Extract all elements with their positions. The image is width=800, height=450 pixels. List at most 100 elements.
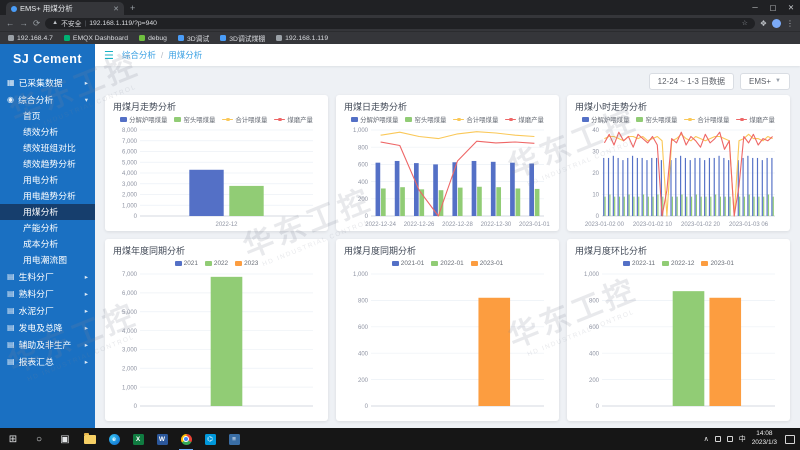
sidebar-subitem[interactable]: 绩效班组对比 [0,140,95,156]
chart-plot-area[interactable]: 01,0002,0003,0004,0005,0006,0007,0008,00… [105,125,328,231]
maximize-button[interactable]: ▢ [764,0,782,15]
sidebar-item-5[interactable]: ▤水泥分厂▸ [0,302,95,319]
search-icon[interactable]: ○ [26,428,52,450]
sidebar-item-3[interactable]: ▤生料分厂▸ [0,268,95,285]
legend-item[interactable]: 合计喂煤量 [453,115,498,124]
svg-text:2023-01-02 00: 2023-01-02 00 [585,222,625,228]
chart-svg[interactable]: 0102030402023-01-02 002023-01-02 102023-… [569,125,783,229]
tab-close-icon[interactable]: ✕ [113,5,119,13]
sidebar-item-2[interactable]: ◉综合分析▾ [0,91,95,108]
controls-row: 12-24 ~ 1-3 日数据 EMS+ ▼ [105,71,790,91]
chart-plot-area[interactable]: 0102030402023-01-02 002023-01-02 102023-… [567,125,790,231]
bookmark-star-icon[interactable]: ☆ [742,19,748,27]
legend-item[interactable]: 合计喂煤量 [684,115,729,124]
chart-plot-area[interactable]: 01,0002,0003,0004,0005,0006,0007,000 [105,269,328,421]
date-range-button[interactable]: 12-24 ~ 1-3 日数据 [649,73,734,90]
legend-item[interactable]: 2022-01 [431,260,463,267]
sidebar-item-4[interactable]: ▤熟料分厂▸ [0,285,95,302]
breadcrumb-section[interactable]: 综合分析 [122,49,156,61]
vscode-icon[interactable]: ⌬ [198,428,222,450]
legend-item[interactable]: 分解炉喂煤量 [120,115,167,124]
legend-item[interactable]: 煤磨产量 [736,115,775,124]
sidebar-subitem[interactable]: 用电趋势分析 [0,188,95,204]
legend-item[interactable]: 合计喂煤量 [222,115,267,124]
sidebar-subitem[interactable]: 成本分析 [0,236,95,252]
task-view-icon[interactable]: ▣ [52,428,78,450]
sidebar-item-6[interactable]: ▤发电及总降▸ [0,319,95,336]
sidebar-subitem[interactable]: 绩效趋势分析 [0,156,95,172]
sidebar-item-8[interactable]: ▤报表汇总▸ [0,353,95,370]
legend-item[interactable]: 窑头喂煤量 [174,115,215,124]
excel-icon[interactable]: X [126,428,150,450]
close-button[interactable]: ✕ [782,0,800,15]
bookmark-item[interactable]: 192.168.1.119 [276,35,328,42]
word-icon[interactable]: W [150,428,174,450]
chart-svg[interactable]: 01,0002,0003,0004,0005,0006,0007,0008,00… [107,125,321,229]
browser-tab[interactable]: EMS+ 用煤分析 ✕ [6,2,124,15]
legend-item[interactable]: 2023-01 [701,260,733,267]
language-indicator[interactable]: 中 [739,434,746,444]
refresh-icon[interactable]: ⟳ [33,18,40,29]
system-select-label: EMS+ [749,77,771,86]
legend-item[interactable]: 2023 [235,260,258,267]
legend-item[interactable]: 窑头喂煤量 [405,115,446,124]
file-explorer-icon[interactable] [78,428,102,450]
chart-plot-area[interactable]: 02004006008001,0002022-12-242022-12-2620… [336,125,559,231]
address-bar[interactable]: ▲ 不安全 | 192.168.1.119/?p=940 ☆ [45,18,755,29]
legend-item[interactable]: 2022 [205,260,228,267]
sidebar-subitem[interactable]: 绩效分析 [0,124,95,140]
legend-item[interactable]: 煤磨产量 [505,115,544,124]
clock[interactable]: 14:08 2023/1/3 [752,430,777,448]
legend-item[interactable]: 分解炉喂煤量 [582,115,629,124]
legend-item[interactable]: 煤磨产量 [274,115,313,124]
chart-plot-area[interactable]: 02004006008001,000 [567,269,790,421]
tray-network-icon[interactable] [715,436,721,442]
chart-svg[interactable]: 02004006008001,000 [569,269,783,419]
bookmark-item[interactable]: 3D调试 [178,33,209,43]
sidebar-subitem[interactable]: 用煤分析 [0,204,95,220]
back-icon[interactable]: ← [6,18,15,28]
sidebar-subitem[interactable]: 产能分析 [0,220,95,236]
forward-icon[interactable]: → [20,18,29,28]
system-select[interactable]: EMS+ ▼ [740,73,790,90]
extensions-icon[interactable]: ❖ [760,19,767,28]
tray-expand-icon[interactable]: ∧ [704,435,709,443]
start-button[interactable]: ⊞ [0,428,26,450]
legend-item[interactable]: 2021-01 [392,260,424,267]
new-tab-button[interactable]: + [130,2,135,15]
svg-text:0: 0 [596,404,600,410]
bookmark-item[interactable]: 3D调试煤棚 [220,33,265,43]
bookmark-item[interactable]: EMQX Dashboard [64,35,128,42]
legend-item[interactable]: 分解炉喂煤量 [351,115,398,124]
chart-plot-area[interactable]: 02004006008001,000 [336,269,559,421]
sidebar-menu: ▦已采集数据▸◉综合分析▾首页绩效分析绩效班组对比绩效趋势分析用电分析用电趋势分… [0,74,95,370]
chart-svg[interactable]: 01,0002,0003,0004,0005,0006,0007,000 [107,269,321,419]
notepad-icon[interactable]: ≡ [222,428,246,450]
legend-item[interactable]: 窑头喂煤量 [636,115,677,124]
chrome-icon[interactable] [174,428,198,450]
notification-center-icon[interactable] [785,435,795,444]
legend-item[interactable]: 2021 [175,260,198,267]
legend-item[interactable]: 2023-01 [471,260,503,267]
bookmark-item[interactable]: debug [139,35,167,42]
sidebar-subitem[interactable]: 用电潮流图 [0,252,95,268]
app-topbar: ☰ 综合分析 / 用煤分析 [95,44,800,66]
profile-avatar[interactable] [772,19,781,28]
minimize-button[interactable]: ─ [746,0,764,15]
tab-favicon [11,6,17,12]
report-icon: ▤ [7,357,15,366]
sidebar-item-7[interactable]: ▤辅助及非生产▸ [0,336,95,353]
chart-svg[interactable]: 02004006008001,0002022-12-242022-12-2620… [338,125,552,229]
sidebar-subitem[interactable]: 用电分析 [0,172,95,188]
legend-item[interactable]: 2022-11 [623,260,655,267]
chart-svg[interactable]: 02004006008001,000 [338,269,552,419]
edge-icon[interactable]: e [102,428,126,450]
bookmark-item[interactable]: 192.168.4.7 [8,35,53,42]
browser-menu-icon[interactable]: ⋮ [786,19,794,28]
sidebar-item-1[interactable]: ▦已采集数据▸ [0,74,95,91]
tray-volume-icon[interactable] [727,436,733,442]
sidebar-subitem[interactable]: 首页 [0,108,95,124]
url-text: 192.168.1.119/?p=940 [89,20,157,27]
legend-item[interactable]: 2022-12 [662,260,694,267]
menu-toggle-icon[interactable]: ☰ [104,49,114,62]
